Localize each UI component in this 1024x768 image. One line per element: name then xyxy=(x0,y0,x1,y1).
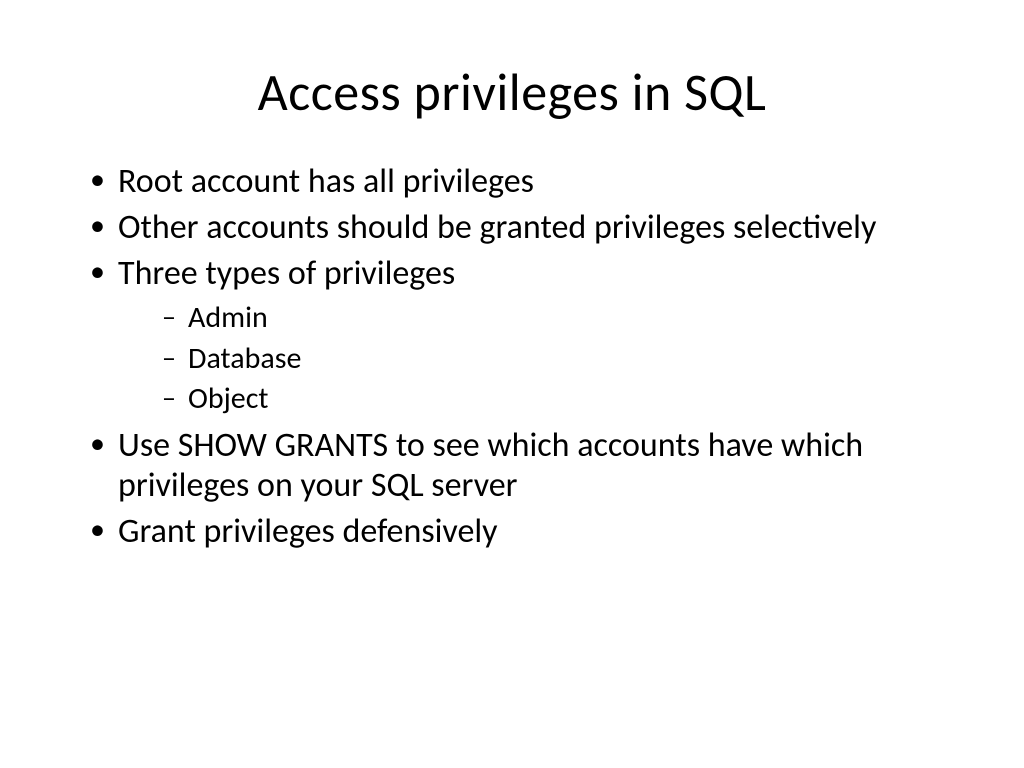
sub-bullet-list: Admin Database Object xyxy=(118,298,954,420)
bullet-item: Other accounts should be granted privile… xyxy=(90,208,954,248)
bullet-text: Three types of privileges xyxy=(118,253,455,294)
slide-title: Access privileges in SQL xyxy=(70,60,954,124)
bullet-item: Three types of privileges Admin Database… xyxy=(90,254,954,420)
bullet-item: Use SHOW GRANTS to see which accounts ha… xyxy=(90,426,954,506)
sub-bullet-item: Admin xyxy=(162,298,954,339)
bullet-item: Grant privileges defensively xyxy=(90,512,954,552)
bullet-item: Root account has all privileges xyxy=(90,162,954,202)
bullet-list: Root account has all privileges Other ac… xyxy=(70,162,954,552)
sub-bullet-item: Object xyxy=(162,379,954,420)
slide: Access privileges in SQL Root account ha… xyxy=(0,0,1024,768)
sub-bullet-item: Database xyxy=(162,339,954,380)
